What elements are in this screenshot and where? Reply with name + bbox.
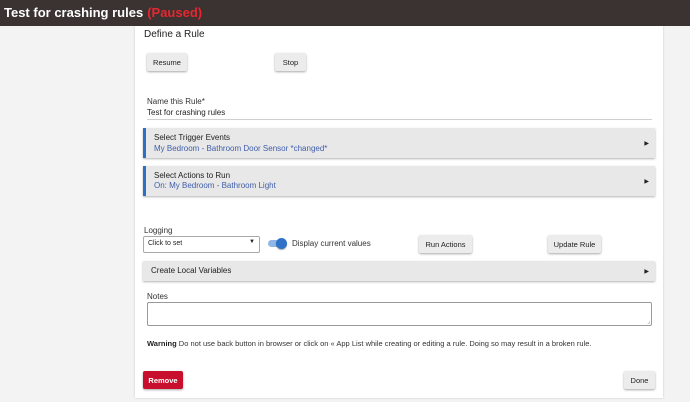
logging-select-value: Click to set <box>148 240 183 247</box>
stop-button[interactable]: Stop <box>275 53 306 71</box>
notes-label: Notes <box>147 292 168 301</box>
local-variables-title: Create Local Variables <box>151 266 232 275</box>
resize-grip-icon[interactable]: ⌟ <box>647 318 650 325</box>
select-trigger-events-section[interactable]: Select Trigger Events My Bedroom - Bathr… <box>143 128 655 158</box>
actions-title: Select Actions to Run <box>154 171 231 180</box>
rule-name-input[interactable] <box>147 106 652 120</box>
warning-prefix: Warning <box>147 339 177 348</box>
run-actions-button[interactable]: Run Actions <box>419 235 472 253</box>
rule-name-label: Name this Rule* <box>147 97 205 106</box>
expand-arrow-icon: ▶ <box>644 179 649 185</box>
page-title: Test for crashing rules (Paused) <box>4 0 202 26</box>
warning-text: Do not use back button in browser or cli… <box>176 339 592 348</box>
expand-arrow-icon: ▶ <box>644 269 649 275</box>
toggle-knob <box>276 238 287 249</box>
expand-arrow-icon: ▶ <box>644 141 649 147</box>
display-current-values-toggle[interactable] <box>266 238 287 249</box>
display-current-values-label: Display current values <box>292 239 371 248</box>
update-rule-button[interactable]: Update Rule <box>548 235 601 253</box>
rule-editor-card: Define a Rule Resume Stop Name this Rule… <box>135 26 663 398</box>
trigger-events-summary[interactable]: My Bedroom - Bathroom Door Sensor *chang… <box>154 144 327 153</box>
create-local-variables-section[interactable]: Create Local Variables ▶ <box>143 261 655 281</box>
define-rule-heading: Define a Rule <box>144 29 205 40</box>
app-title-bar: Test for crashing rules (Paused) <box>0 0 690 26</box>
resume-button[interactable]: Resume <box>147 53 187 71</box>
paused-status-badge: (Paused) <box>147 5 203 20</box>
actions-summary[interactable]: On: My Bedroom - Bathroom Light <box>154 181 276 190</box>
notes-textarea[interactable]: ⌟ <box>147 302 652 326</box>
done-button[interactable]: Done <box>624 371 655 389</box>
select-actions-section[interactable]: Select Actions to Run On: My Bedroom - B… <box>143 166 655 196</box>
rule-title: Test for crashing rules <box>4 5 144 20</box>
logging-label: Logging <box>144 226 173 235</box>
trigger-events-title: Select Trigger Events <box>154 133 231 142</box>
remove-button[interactable]: Remove <box>143 371 183 389</box>
logging-select[interactable]: Click to set ▼ <box>143 236 260 253</box>
warning-message: Warning Do not use back button in browse… <box>147 339 592 348</box>
chevron-down-icon: ▼ <box>249 239 255 245</box>
